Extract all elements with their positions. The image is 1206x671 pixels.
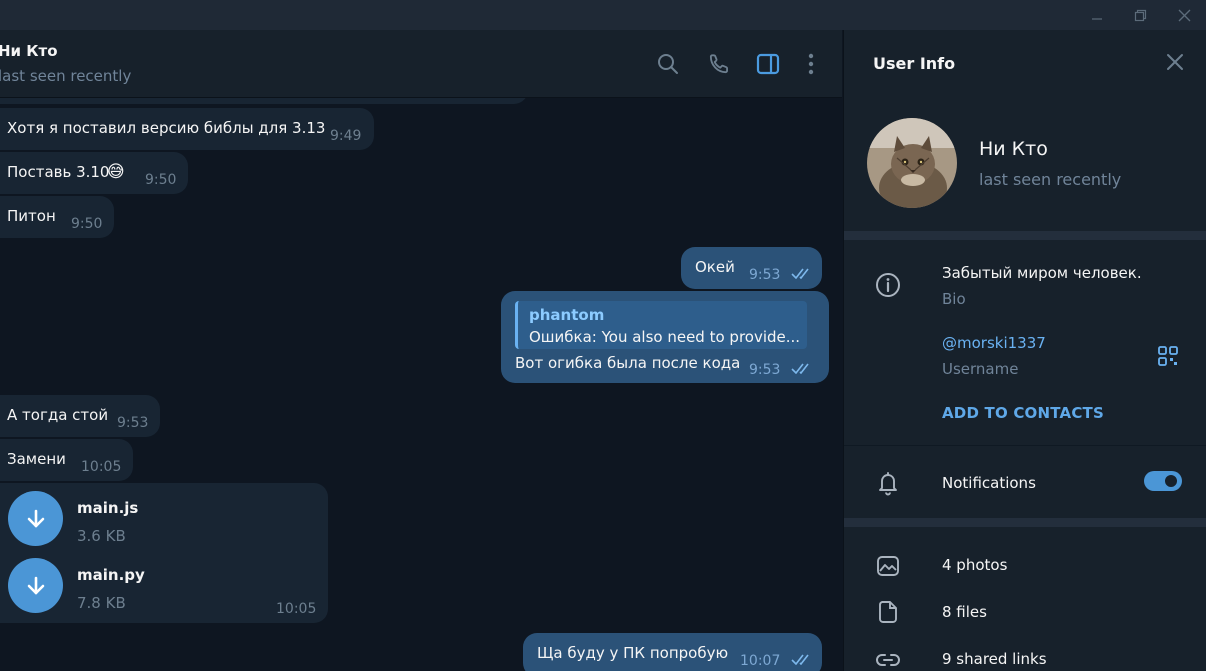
grinning-sweat-emoji: 😅: [107, 162, 125, 182]
double-check-icon: [791, 268, 809, 279]
profile-name: Ни Кто: [979, 138, 1048, 160]
message-time: 9:50: [71, 216, 103, 232]
message-time: 10:05: [276, 601, 317, 617]
restore-icon: [1134, 9, 1146, 21]
username-label: Username: [942, 360, 1019, 378]
message-bubble[interactable]: Питон 9:50: [0, 196, 114, 238]
file-name: main.py: [77, 566, 145, 584]
photo-icon: [875, 553, 901, 579]
message-time: 10:07: [740, 653, 781, 669]
double-check-icon: [791, 363, 809, 374]
message-text: А тогда стой: [7, 406, 109, 424]
message-bubble[interactable]: Ща буду у ПК попробую 10:07: [523, 633, 822, 671]
toggle-sidebar-button[interactable]: [755, 51, 781, 77]
profile-status: last seen recently: [979, 170, 1122, 189]
message-text: Поставь 3.10: [7, 163, 110, 181]
chat-title[interactable]: Ни Кто: [0, 42, 58, 60]
message-bubble-reply[interactable]: phantom Ошибка: You also need to provide…: [501, 291, 829, 383]
message-text: Питон: [7, 207, 56, 225]
link-icon: [875, 647, 901, 671]
panel-title: User Info: [873, 54, 956, 73]
double-check-icon: [791, 654, 809, 665]
message-text: Ща буду у ПК попробую: [537, 644, 729, 662]
close-icon: [1178, 9, 1190, 21]
bio-text: Забытый миром человек.: [942, 264, 1142, 282]
chat-header: Ни Кто last seen recently: [0, 30, 842, 98]
download-arrow-icon: [27, 576, 44, 594]
message-time: 9:49: [330, 128, 362, 144]
message-time: 9:53: [749, 267, 781, 283]
file-name: main.js: [77, 499, 139, 517]
minimize-button[interactable]: [1080, 0, 1114, 30]
message-time: 9:50: [145, 172, 177, 188]
panel-close-button[interactable]: [1163, 50, 1187, 74]
download-arrow-icon: [27, 509, 44, 527]
message-bubble[interactable]: А тогда стой 9:53: [0, 395, 160, 437]
qr-code-icon: [1158, 346, 1178, 366]
file-icon: [875, 599, 901, 625]
window-close-button[interactable]: [1167, 0, 1201, 30]
bell-icon: [875, 470, 901, 496]
message-time: 9:53: [749, 362, 781, 378]
message-bubble[interactable]: Окей 9:53: [681, 247, 822, 289]
toggle-knob: [1162, 472, 1180, 490]
avatar[interactable]: [867, 118, 957, 208]
notifications-label: Notifications: [942, 474, 1036, 492]
message-bubble[interactable]: Поставь 3.10 😅 9:50: [0, 152, 188, 194]
message-bubble[interactable]: Хотя я поставил версию библы для 3.13 9:…: [0, 108, 374, 150]
media-photos-link[interactable]: 4 photos: [942, 556, 1007, 574]
window-titlebar: [0, 0, 1206, 30]
search-button[interactable]: [655, 51, 681, 77]
bio-label: Bio: [942, 290, 966, 308]
message-time: 10:05: [81, 459, 122, 475]
download-button[interactable]: [8, 491, 63, 546]
reply-text: Ошибка: You also need to provide...: [529, 328, 801, 346]
close-icon: [1167, 54, 1183, 70]
file-message-bubble[interactable]: main.js 3.6 KB main.py 7.8 KB 10:05: [0, 483, 328, 623]
reply-quote[interactable]: phantom Ошибка: You also need to provide…: [515, 301, 807, 349]
file-size: 3.6 KB: [77, 527, 126, 545]
file-size: 7.8 KB: [77, 594, 126, 612]
more-button[interactable]: [798, 51, 824, 77]
minimize-icon: [1092, 18, 1102, 20]
more-vertical-icon: [808, 53, 814, 75]
info-icon: [875, 272, 901, 298]
message-text: Вот огибка была после кода: [515, 354, 741, 372]
section-divider: [844, 518, 1206, 527]
username-link[interactable]: @morski1337: [942, 334, 1046, 352]
section-divider: [844, 231, 1206, 240]
file-item[interactable]: main.py 7.8 KB: [0, 551, 300, 619]
cat-avatar-image: [867, 118, 957, 208]
reply-author: phantom: [529, 306, 605, 324]
add-to-contacts-button[interactable]: ADD TO CONTACTS: [942, 404, 1104, 422]
file-item[interactable]: main.js 3.6 KB: [0, 483, 300, 551]
user-info-panel: User Info Ни Кто last seen recently Забы…: [843, 30, 1206, 671]
search-icon: [658, 54, 678, 74]
message-bubble-partial[interactable]: [0, 98, 528, 104]
message-time: 9:53: [117, 415, 149, 431]
divider: [844, 445, 1206, 446]
media-files-link[interactable]: 8 files: [942, 603, 987, 621]
call-button[interactable]: [706, 51, 732, 77]
message-text: Хотя я поставил версию библы для 3.13: [7, 119, 326, 137]
media-links-link[interactable]: 9 shared links: [942, 650, 1047, 668]
notifications-toggle[interactable]: [1144, 471, 1182, 491]
message-bubble[interactable]: Замени 10:05: [0, 439, 133, 481]
qr-code-button[interactable]: [1156, 344, 1180, 368]
phone-icon: [709, 54, 728, 74]
chat-status: last seen recently: [0, 67, 132, 85]
restore-button[interactable]: [1123, 0, 1157, 30]
sidebar-icon: [756, 53, 780, 75]
message-text: Окей: [695, 258, 735, 276]
message-text: Замени: [7, 450, 66, 468]
download-button[interactable]: [8, 558, 63, 613]
message-list[interactable]: Хотя я поставил версию библы для 3.13 9:…: [0, 98, 842, 671]
